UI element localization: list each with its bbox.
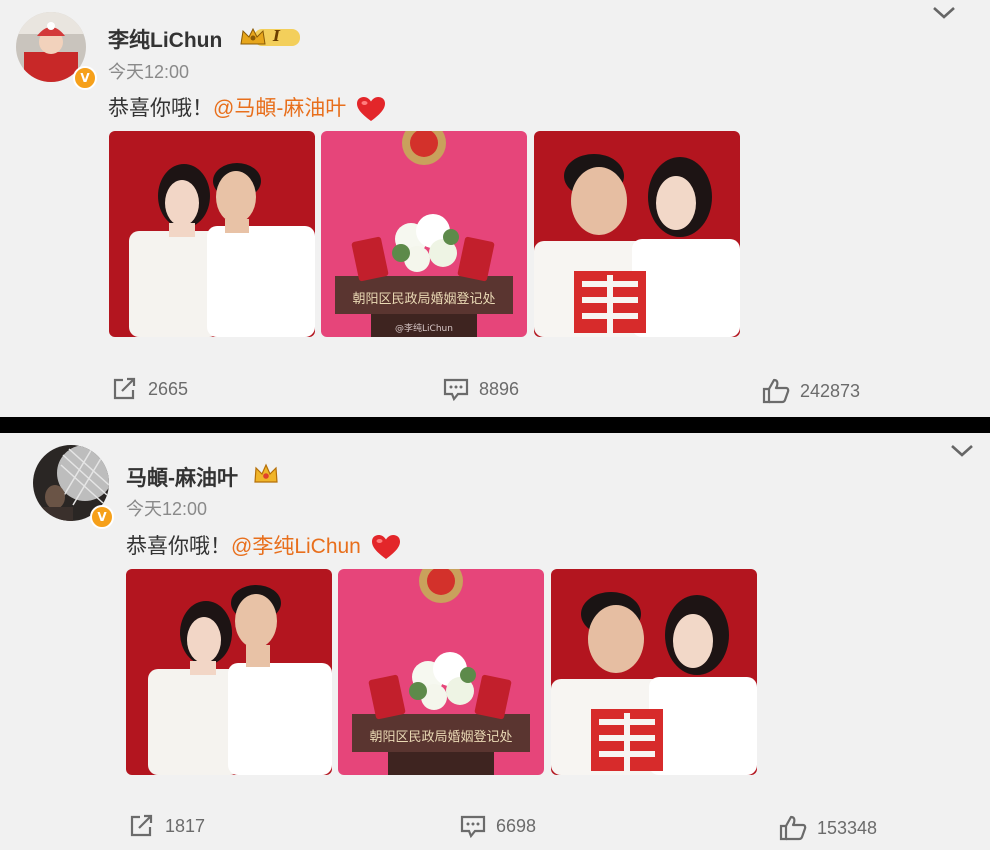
comment-count: 6698	[496, 815, 537, 836]
verified-badge: V	[73, 66, 97, 90]
post-photo-2[interactable]: 朝阳区民政局婚姻登记处 @李纯LiChun	[321, 131, 527, 337]
share-icon	[113, 377, 136, 400]
comment-button[interactable]: 6698	[460, 814, 536, 838]
photo-caption: 朝阳区民政局婚姻登记处	[352, 292, 495, 307]
mention-link[interactable]: @李纯LiChun	[231, 535, 361, 558]
post-photo-1[interactable]	[126, 569, 332, 775]
post-text: 恭喜你哦！@李纯LiChun	[126, 530, 401, 560]
heart-icon	[357, 97, 386, 122]
chevron-down-icon[interactable]	[948, 442, 976, 460]
share-icon	[130, 814, 153, 837]
weibo-post: V 马頔-麻油叶 今天12:00 恭喜你哦！@李纯LiChun 朝阳区民政局婚姻…	[0, 433, 990, 850]
post-photo-2[interactable]: 朝阳区民政局婚姻登记处	[338, 569, 544, 775]
comment-count: 8896	[479, 378, 520, 399]
chevron-down-icon[interactable]	[930, 4, 958, 22]
share-button[interactable]: 2665	[112, 377, 188, 401]
like-count: 242873	[800, 380, 861, 401]
weibo-post: V 李纯LiChun I 今天12:00 恭喜你哦！@马頔-麻油叶 朝阳区民政局…	[0, 0, 990, 417]
post-time[interactable]: 今天12:00	[108, 58, 189, 84]
rank-badge: I	[240, 26, 302, 48]
crown-icon	[240, 27, 300, 46]
heart-icon	[371, 535, 400, 560]
like-icon	[779, 815, 807, 841]
share-count: 1817	[165, 815, 206, 836]
post-text: 恭喜你哦！@马頔-麻油叶	[108, 92, 386, 122]
like-button[interactable]: 153348	[779, 815, 877, 841]
post-text-body: 恭喜你哦！	[108, 97, 213, 120]
share-button[interactable]: 1817	[129, 814, 205, 838]
mention-link[interactable]: @马頔-麻油叶	[213, 97, 346, 120]
comment-icon	[443, 378, 469, 401]
crown-icon	[254, 463, 278, 483]
post-photo-3[interactable]	[534, 131, 740, 337]
comment-button[interactable]: 8896	[443, 377, 519, 401]
like-icon	[762, 378, 790, 404]
photo-watermark: @李纯LiChun	[395, 322, 453, 334]
like-button[interactable]: 242873	[762, 378, 860, 404]
verified-badge: V	[90, 505, 114, 529]
share-count: 2665	[148, 378, 189, 399]
author-name[interactable]: 李纯LiChun	[108, 24, 222, 54]
like-count: 153348	[817, 817, 878, 838]
post-photo-3[interactable]	[551, 569, 757, 775]
post-photo-1[interactable]	[109, 131, 315, 337]
post-time[interactable]: 今天12:00	[126, 495, 207, 521]
post-text-body: 恭喜你哦！	[126, 535, 231, 558]
author-name[interactable]: 马頔-麻油叶	[126, 462, 238, 492]
comment-icon	[460, 815, 486, 838]
photo-caption: 朝阳区民政局婚姻登记处	[369, 730, 512, 745]
